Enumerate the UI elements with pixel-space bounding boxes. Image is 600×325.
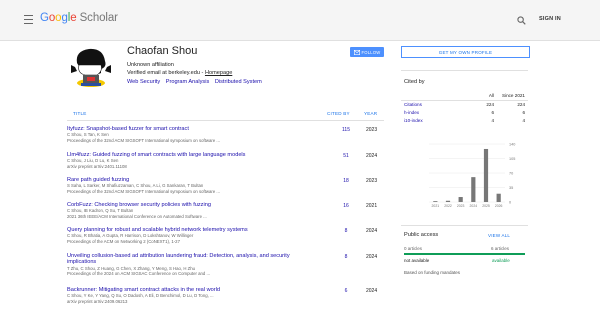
- article-year: 2024: [366, 228, 378, 234]
- follow-label: FOLLOW: [361, 49, 381, 55]
- menu-icon[interactable]: [24, 15, 33, 24]
- stats-header: All Since 2021: [401, 92, 528, 101]
- stats-row: h-index 6 6: [401, 109, 528, 117]
- chart-bar-2025[interactable]: [483, 148, 489, 202]
- research-interests: Web Security Program Analysis Distribute…: [127, 79, 266, 85]
- logo-scholar-text: Scholar: [76, 12, 118, 24]
- articles-table-header: TITLE CITED BY YEAR: [67, 108, 384, 121]
- stats-all: 224: [486, 102, 494, 107]
- col-title-sort[interactable]: TITLE: [73, 111, 87, 116]
- cited-by-count-link[interactable]: 8: [340, 228, 352, 234]
- stats-since: 224: [517, 102, 525, 107]
- cited-by-count-link[interactable]: 8: [340, 254, 352, 260]
- chart-x-tick-label: 2024: [470, 204, 478, 208]
- article-venue: Proceedings of the 2024 on ACM SIGSAC Co…: [67, 271, 211, 277]
- email-text: Verified email at berkeley.edu -: [127, 70, 205, 76]
- chart-x-tick-label: 2025: [482, 204, 490, 208]
- stats-row: i10-index 4 4: [401, 117, 528, 125]
- cited-by-section: Cited by: [401, 70, 528, 85]
- available-count: 6 articles: [491, 246, 510, 251]
- cited-by-count-link[interactable]: 115: [340, 127, 352, 133]
- chart-y-tick-label: 140: [509, 143, 515, 147]
- follow-envelope-icon: [353, 49, 360, 55]
- article-year: 2023: [366, 178, 378, 184]
- google-scholar-logo[interactable]: Google Scholar: [40, 12, 118, 24]
- col-year-sort[interactable]: YEAR: [364, 111, 377, 116]
- stats-label[interactable]: i10-index: [404, 118, 423, 123]
- profile-affiliation: Unknown affiliation: [127, 62, 174, 68]
- table-row: CorbFuzz: Checking browser security poli…: [67, 202, 384, 219]
- article-venue: arXiv preprint arXiv:2401.11108: [67, 163, 127, 169]
- profile-email: Verified email at berkeley.edu - Homepag…: [127, 70, 232, 76]
- stats-all: 4: [491, 118, 494, 123]
- interest-program-analysis[interactable]: Program Analysis: [166, 79, 210, 85]
- follow-button[interactable]: FOLLOW: [350, 47, 384, 57]
- stats-since: 4: [522, 118, 525, 123]
- chart-x-tick-label: 2021: [432, 204, 440, 208]
- cited-by-count-link[interactable]: 16: [340, 203, 352, 209]
- not-available-count: 0 articles: [404, 246, 423, 251]
- article-venue: arXiv preprint arXiv:2409.06213: [67, 298, 128, 304]
- table-row: Query planning for robust and scalable h…: [67, 227, 384, 244]
- stats-all: 6: [491, 110, 494, 115]
- chart-x-tick-label: 2026: [495, 204, 503, 208]
- article-venue: Proceedings of the 32nd ACM SIGSOFT Inte…: [67, 188, 221, 194]
- chart-y-tick-label: 0: [509, 201, 511, 205]
- top-bar: Google Scholar SIGN IN: [0, 0, 600, 41]
- stats-label[interactable]: Citations: [404, 102, 422, 107]
- cited-by-count-link[interactable]: 51: [340, 153, 352, 159]
- col-cited-by-sort[interactable]: CITED BY: [327, 111, 350, 116]
- stats-row: Citations 224 224: [401, 101, 528, 109]
- chart-y-tick-label: 35: [509, 186, 513, 190]
- article-year: 2024: [366, 288, 378, 294]
- sign-in-button[interactable]: SIGN IN: [539, 16, 561, 22]
- interest-web-security[interactable]: Web Security: [127, 79, 160, 85]
- funding-note: Based on funding mandates: [404, 270, 461, 275]
- chart-bar-2022[interactable]: [445, 200, 451, 202]
- search-icon[interactable]: [517, 16, 526, 25]
- article-venue: Proceedings of the 32nd ACM SIGSOFT Inte…: [67, 137, 221, 143]
- article-year: 2023: [366, 127, 378, 133]
- table-row: Unveiling collusion-based ad attribution…: [67, 253, 384, 276]
- not-available-label: not available: [404, 258, 430, 263]
- citation-stats-table: All Since 2021 Citations 224 224 h-index 6 6…: [401, 92, 528, 125]
- access-progress-bar: [404, 253, 525, 255]
- article-venue: 2021 36th IEEE/ACM International Confere…: [67, 213, 207, 219]
- logo-letter: G: [40, 12, 49, 24]
- chart-x-tick-label: 2023: [457, 204, 465, 208]
- public-access-title: Public access: [404, 232, 439, 238]
- cited-by-count-link[interactable]: 6: [340, 288, 352, 294]
- get-my-own-profile-button[interactable]: GET MY OWN PROFILE: [401, 46, 530, 58]
- article-title-link[interactable]: Unveiling collusion-based ad attribution…: [67, 253, 311, 266]
- chart-x-tick-label: 2022: [444, 204, 452, 208]
- table-row: Backrunner: Mitigating smart contract at…: [67, 287, 384, 304]
- chart-bar-2023[interactable]: [458, 197, 463, 202]
- chart-bar-2026[interactable]: [496, 193, 501, 202]
- profile-name: Chaofan Shou: [127, 45, 198, 57]
- chart-y-tick-label: 70: [509, 172, 513, 176]
- cited-by-title: Cited by: [404, 79, 425, 85]
- citations-per-year-chart: 140 105 70 35 0 2021 2022 2023 2024 2025 2026: [429, 143, 515, 208]
- stats-since: 6: [522, 110, 525, 115]
- available-label: available: [492, 258, 510, 263]
- stats-header-all: All: [488, 93, 494, 98]
- interest-distributed-system[interactable]: Distributed System: [215, 79, 262, 85]
- table-row: Llm4fuzz: Guided fuzzing of smart contra…: [67, 152, 384, 169]
- stats-header-since: Since 2021: [502, 93, 525, 98]
- article-year: 2024: [366, 254, 378, 260]
- public-access-section: Public access VIEW ALL 0 articles 6 arti…: [401, 225, 528, 275]
- homepage-link[interactable]: Homepage: [205, 70, 232, 76]
- chart-bar-2021[interactable]: [433, 201, 438, 202]
- cited-by-count-link[interactable]: 18: [340, 178, 352, 184]
- chart-bar-2024[interactable]: [471, 177, 476, 202]
- table-row: Rare path guided fuzzing S Saha, L Sarker…: [67, 177, 384, 194]
- avatar[interactable]: [67, 43, 115, 91]
- article-year: 2024: [366, 153, 378, 159]
- article-year: 2021: [366, 203, 378, 209]
- view-all-link[interactable]: VIEW ALL: [488, 233, 510, 238]
- chart-y-tick-label: 105: [509, 157, 515, 161]
- table-row: Ityfuzz: Snapshot-based fuzzer for smart…: [67, 126, 384, 143]
- stats-label[interactable]: h-index: [404, 110, 419, 115]
- article-venue: Proceedings of the ACM on Networking 2 (…: [67, 238, 180, 244]
